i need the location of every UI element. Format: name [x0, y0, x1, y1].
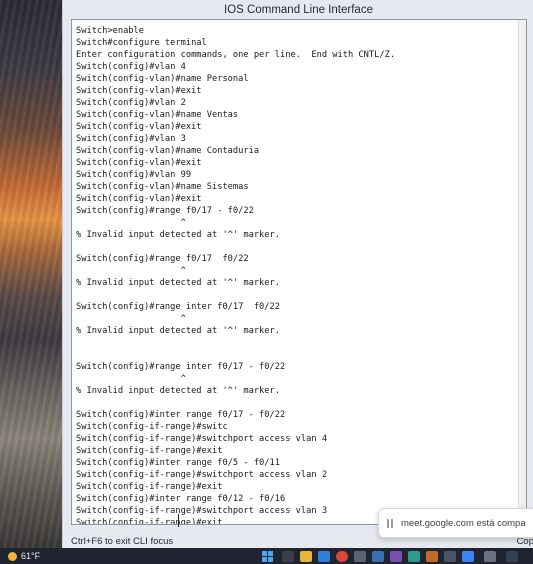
cli-line: Switch(config)#range f0/17 - f0/22 [76, 206, 254, 216]
screen-share-notification[interactable]: meet.google.com está compa [378, 508, 533, 538]
cli-line [76, 337, 526, 349]
cli-line: Switch#configure terminal [76, 38, 207, 48]
cli-line: % Invalid input detected at '^' marker. [76, 386, 280, 396]
cli-line [76, 241, 526, 253]
cli-line: Switch(config)#range inter f0/17 f0/22 [76, 302, 280, 312]
taskbar-app-icon[interactable] [354, 551, 366, 562]
taskbar-app-icon[interactable] [390, 551, 402, 562]
cli-line: Switch(config)#inter range f0/12 - f0/16 [76, 494, 286, 504]
taskbar-app-icon[interactable] [484, 551, 496, 562]
share-notification-text: meet.google.com está compa [401, 517, 526, 529]
file-explorer-icon[interactable] [300, 551, 312, 562]
desktop-wallpaper [0, 0, 70, 548]
weather-widget[interactable]: 61°F [8, 551, 40, 561]
text-cursor-icon [178, 514, 179, 527]
cli-line: ^ [76, 374, 186, 384]
cli-line: Switch(config)#vlan 3 [76, 134, 186, 144]
cli-line: Switch(config-if-range)#switchport acces… [76, 470, 328, 480]
cli-terminal[interactable]: Switch>enable Switch#configure terminal En… [71, 19, 527, 525]
cli-line: Switch(config)#vlan 99 [76, 170, 192, 180]
weather-temperature: 61°F [21, 551, 41, 561]
cli-line: % Invalid input detected at '^' marker. [76, 278, 280, 288]
sun-icon [8, 551, 17, 561]
cli-line: Switch(config-if-range)#switc [76, 422, 228, 432]
cli-line: Switch(config)#inter range f0/17 - f0/22 [76, 410, 286, 420]
cli-line: Switch(config-if-range)#exit [76, 446, 223, 456]
edge-icon[interactable] [318, 551, 330, 562]
taskbar-app-icon[interactable] [426, 551, 438, 562]
cli-line: Switch(config-vlan)#name Ventas [76, 110, 239, 120]
taskbar-app-icon[interactable] [462, 551, 474, 562]
pause-icon[interactable] [387, 518, 393, 528]
cli-line: Enter configuration commands, one per li… [76, 50, 396, 60]
cli-line: Switch(config-vlan)#exit [76, 158, 202, 168]
cli-line: ^ [76, 266, 186, 276]
cli-line: Switch(config-if-range)#switchport acces… [76, 434, 328, 444]
cli-line [76, 349, 526, 361]
cli-line: Switch>enable [76, 26, 144, 36]
window-title: IOS Command Line Interface [224, 4, 373, 16]
windows-start-icon[interactable] [262, 551, 273, 562]
cli-line: Switch(config)#vlan 2 [76, 98, 186, 108]
cli-line [76, 397, 526, 409]
taskbar-app-icon[interactable] [372, 551, 384, 562]
cli-line: % Invalid input detected at '^' marker. [76, 326, 280, 336]
cli-line: Switch(config-vlan)#exit [76, 194, 202, 204]
cli-focus-hint: Ctrl+F6 to exit CLI focus [71, 536, 174, 547]
taskbar-app-icon[interactable] [408, 551, 420, 562]
cli-line: ^ [76, 218, 186, 228]
cli-line: ^ [76, 314, 186, 324]
cli-line: Switch(config)#vlan 4 [76, 62, 186, 72]
cli-line: Switch(config)#inter range f0/5 - f0/11 [76, 458, 280, 468]
cli-line: Switch(config-vlan)#exit [76, 122, 202, 132]
search-icon[interactable] [282, 551, 294, 562]
ios-cli-window: IOS Command Line Interface Switch>enable… [62, 0, 533, 548]
windows-taskbar: 61°F [0, 548, 533, 564]
cli-line: Switch(config-vlan)#name Personal [76, 74, 249, 84]
cli-line: Switch(config-vlan)#exit [76, 86, 202, 96]
chrome-icon[interactable] [336, 551, 348, 562]
taskbar-app-icon[interactable] [506, 551, 518, 562]
cli-line: Switch(config)#range inter f0/17 - f0/22 [76, 362, 286, 372]
cli-line [76, 289, 526, 301]
cli-line: Switch(config-if-range)#exit [76, 482, 223, 492]
cli-line: % Invalid input detected at '^' marker. [76, 230, 280, 240]
cli-line: Switch(config-vlan)#name Sistemas [76, 182, 249, 192]
taskbar-app-icon[interactable] [444, 551, 456, 562]
cli-line: Switch(config)#range f0/17 f0/22 [76, 254, 249, 264]
terminal-scrollbar[interactable] [518, 20, 526, 524]
cli-line: Switch(config-vlan)#name Contaduria [76, 146, 260, 156]
cli-output[interactable]: Switch>enable Switch#configure terminal En… [72, 20, 526, 524]
